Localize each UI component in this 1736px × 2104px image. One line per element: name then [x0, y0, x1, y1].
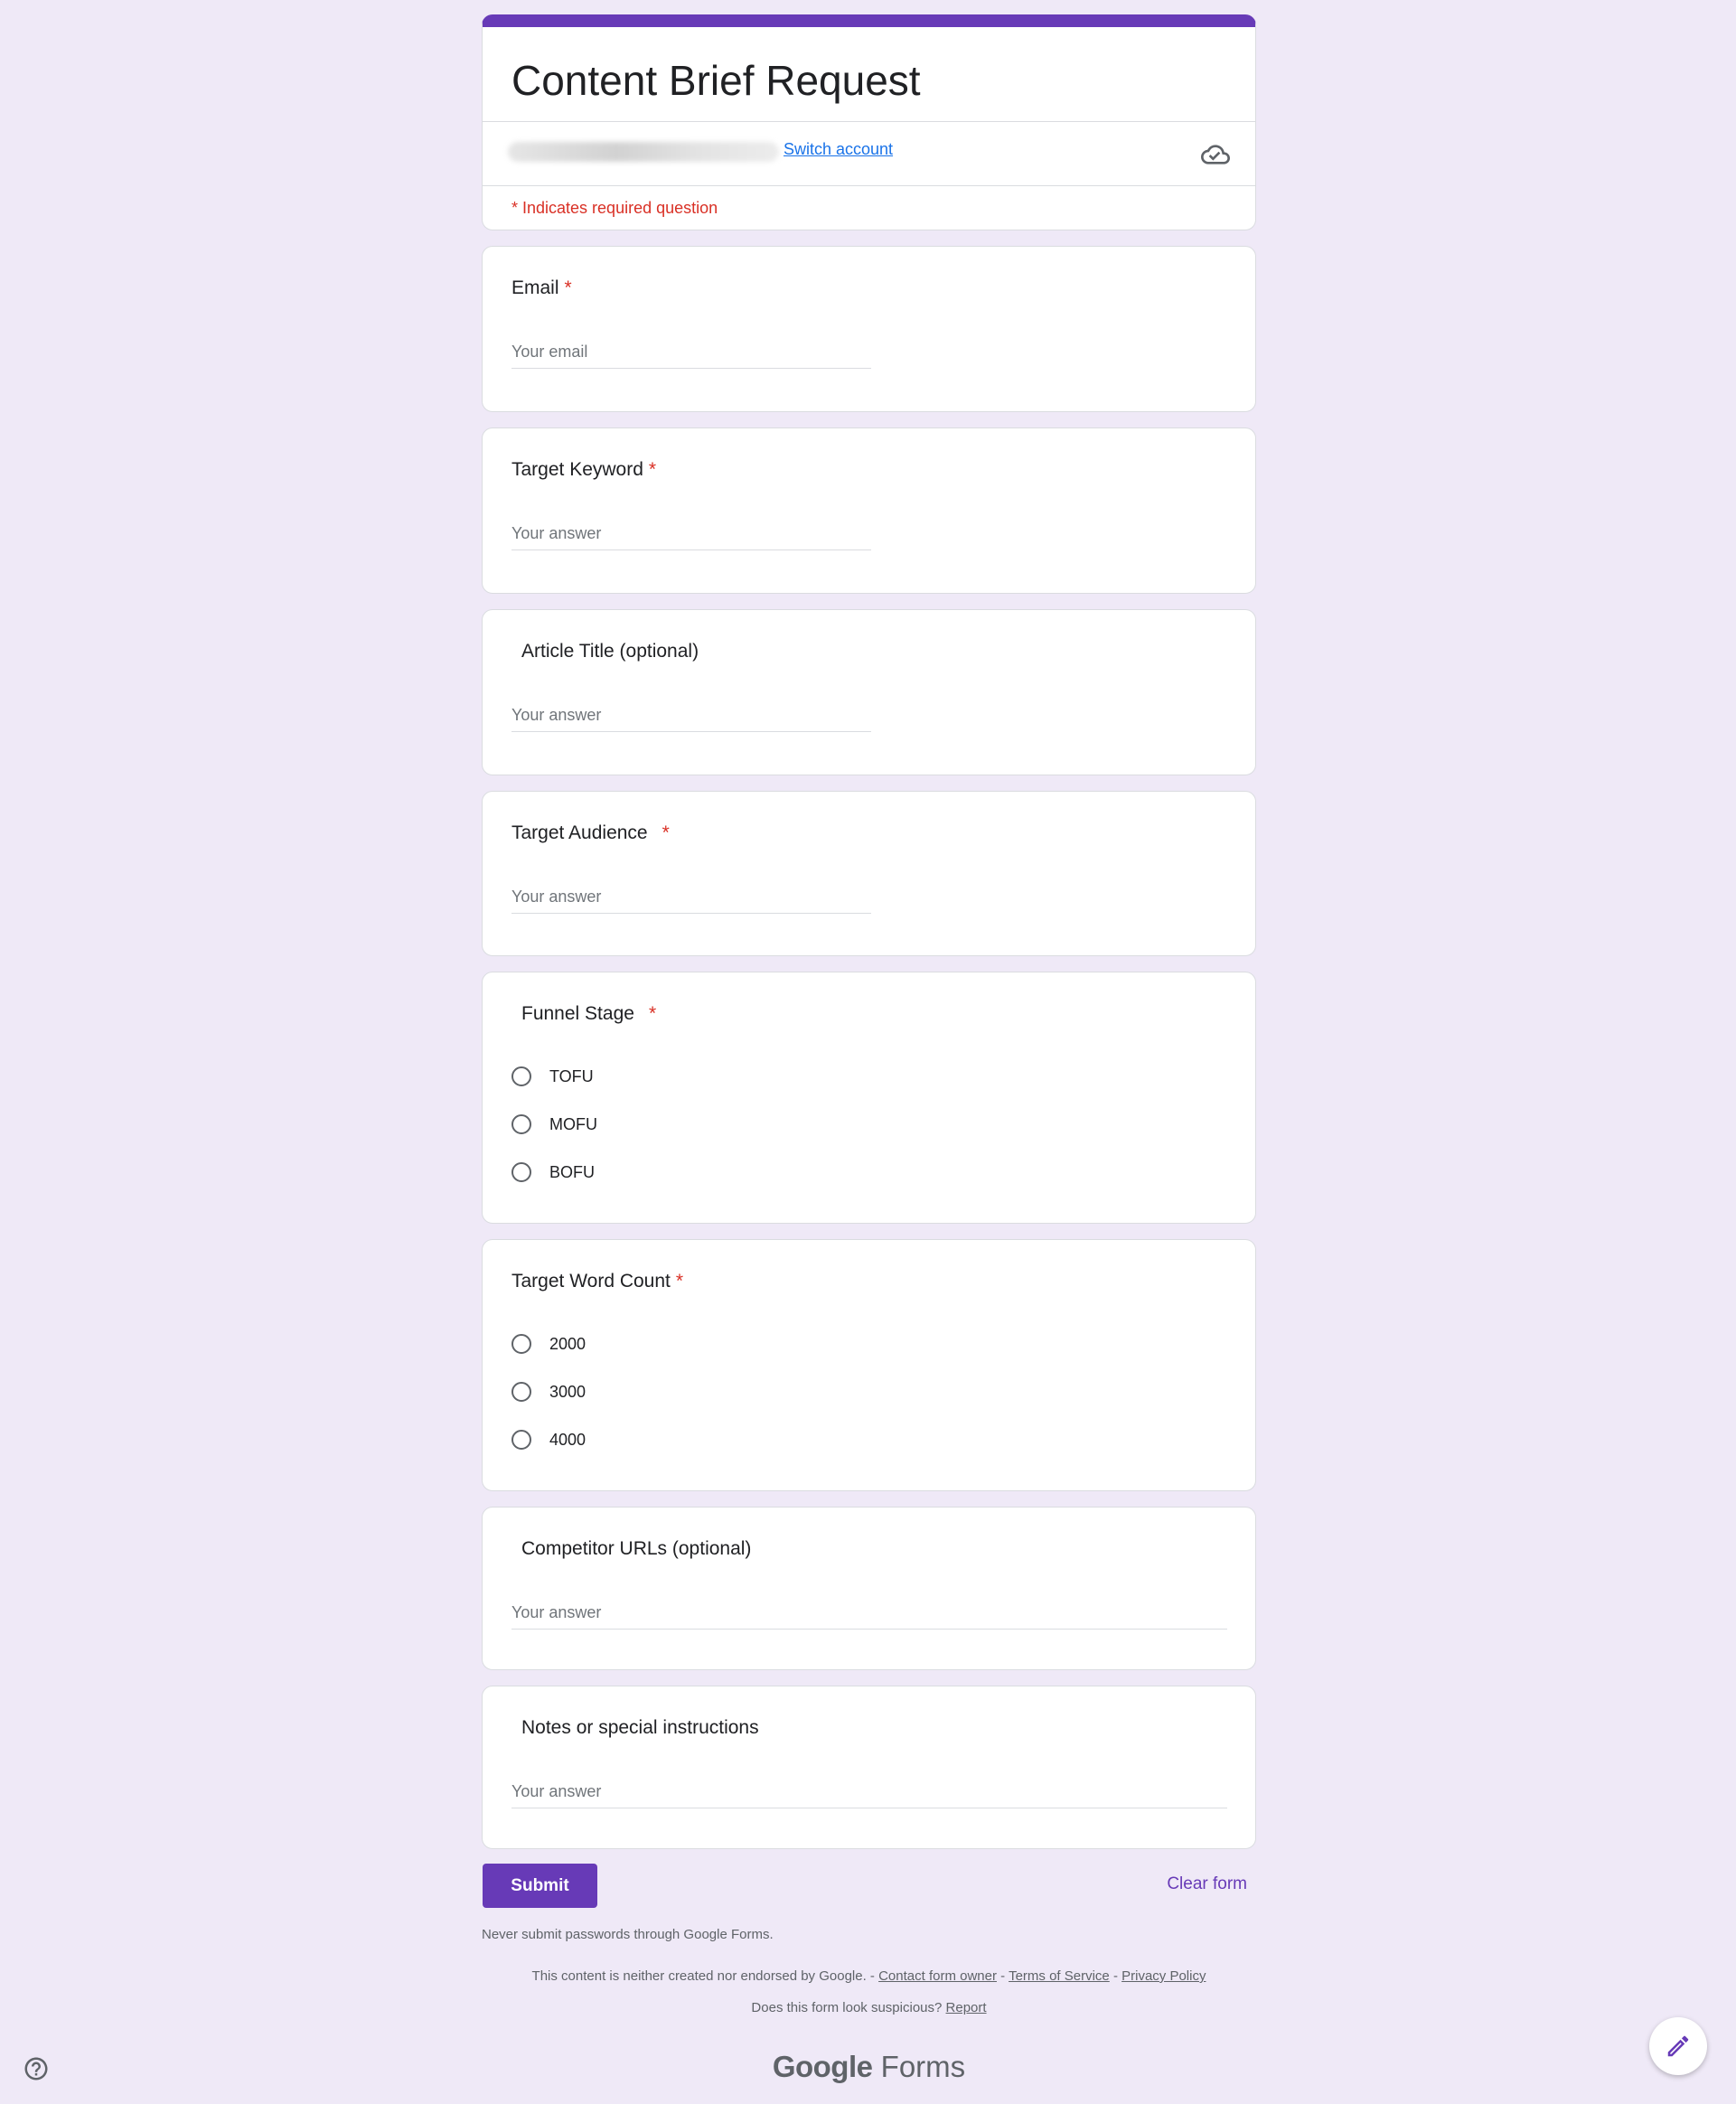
form-container: Content Brief Request Switch account * I…	[482, 14, 1256, 2084]
radio-option-mofu[interactable]: MOFU	[511, 1109, 597, 1140]
required-star: *	[662, 822, 670, 843]
radio-button[interactable]	[511, 1162, 531, 1182]
radio-option-3000[interactable]: 3000	[511, 1376, 586, 1407]
submit-button[interactable]: Submit	[483, 1864, 597, 1908]
radio-label: 3000	[549, 1382, 586, 1401]
radio-button[interactable]	[511, 1114, 531, 1134]
required-star: *	[675, 1271, 684, 1292]
funnel-stage-options: TOFU MOFU BOFU	[511, 1061, 597, 1205]
radio-button[interactable]	[511, 1382, 531, 1402]
notes-input[interactable]	[511, 1775, 1227, 1808]
radio-button[interactable]	[511, 1430, 531, 1450]
question-competitor-urls: Competitor URLs (optional)	[482, 1507, 1256, 1670]
article-title-input[interactable]	[511, 699, 871, 732]
form-actions: Submit Clear form	[482, 1864, 1256, 1927]
radio-button[interactable]	[511, 1334, 531, 1354]
report-link[interactable]: Report	[946, 2000, 987, 2015]
switch-account-link[interactable]: Switch account	[784, 140, 893, 159]
question-title: Notes or special instructions	[521, 1717, 759, 1738]
clear-form-button[interactable]: Clear form	[1167, 1874, 1247, 1894]
radio-option-bofu[interactable]: BOFU	[511, 1157, 597, 1188]
competitor-urls-input[interactable]	[511, 1596, 1227, 1630]
email-input[interactable]	[511, 335, 871, 369]
edit-button[interactable]	[1649, 2017, 1707, 2075]
google-forms-logo[interactable]: Google Forms	[482, 2050, 1256, 2084]
question-title: Email *	[511, 277, 572, 298]
question-title: Target Keyword *	[511, 459, 657, 480]
question-title: Competitor URLs (optional)	[521, 1538, 752, 1559]
pencil-icon	[1667, 2035, 1689, 2057]
question-title: Funnel Stage *	[521, 1003, 657, 1024]
radio-option-4000[interactable]: 4000	[511, 1424, 586, 1455]
question-target-audience: Target Audience *	[482, 791, 1256, 956]
question-funnel-stage: Funnel Stage * TOFU MOFU BOFU	[482, 972, 1256, 1224]
target-audience-input[interactable]	[511, 880, 871, 914]
cloud-check-icon[interactable]	[1201, 140, 1230, 169]
question-title: Article Title (optional)	[521, 641, 699, 662]
word-count-options: 2000 3000 4000	[511, 1329, 586, 1472]
footer-disclaimer: This content is neither created nor endo…	[531, 1968, 1206, 1984]
suspicious-notice: Does this form look suspicious? Report	[751, 2000, 987, 2015]
radio-label: 4000	[549, 1430, 586, 1449]
radio-button[interactable]	[511, 1066, 531, 1086]
question-target-word-count: Target Word Count * 2000 3000 4000	[482, 1239, 1256, 1491]
password-warning: Never submit passwords through Google Fo…	[482, 1927, 774, 1942]
blurred-account-email	[508, 142, 779, 162]
question-target-keyword: Target Keyword *	[482, 427, 1256, 594]
help-icon[interactable]	[23, 2055, 50, 2082]
radio-label: 2000	[549, 1334, 586, 1353]
question-email: Email *	[482, 246, 1256, 412]
question-notes: Notes or special instructions	[482, 1686, 1256, 1849]
radio-label: TOFU	[549, 1066, 594, 1085]
form-title: Content Brief Request	[511, 57, 921, 104]
account-row: Switch account	[483, 121, 1255, 186]
question-title: Target Audience *	[511, 822, 670, 843]
required-question-note: * Indicates required question	[511, 199, 718, 217]
radio-option-2000[interactable]: 2000	[511, 1329, 586, 1359]
required-star: *	[648, 459, 657, 480]
privacy-link[interactable]: Privacy Policy	[1121, 1968, 1206, 1984]
radio-label: BOFU	[549, 1162, 596, 1181]
form-header-card: Content Brief Request Switch account * I…	[482, 14, 1256, 230]
required-star: *	[564, 277, 572, 298]
required-star: *	[648, 1003, 657, 1024]
target-keyword-input[interactable]	[511, 517, 871, 550]
radio-label: MOFU	[549, 1114, 597, 1133]
question-title: Target Word Count *	[511, 1271, 684, 1292]
terms-link[interactable]: Terms of Service	[1009, 1968, 1110, 1984]
question-article-title: Article Title (optional)	[482, 609, 1256, 775]
radio-option-tofu[interactable]: TOFU	[511, 1061, 597, 1092]
contact-owner-link[interactable]: Contact form owner	[878, 1968, 997, 1984]
